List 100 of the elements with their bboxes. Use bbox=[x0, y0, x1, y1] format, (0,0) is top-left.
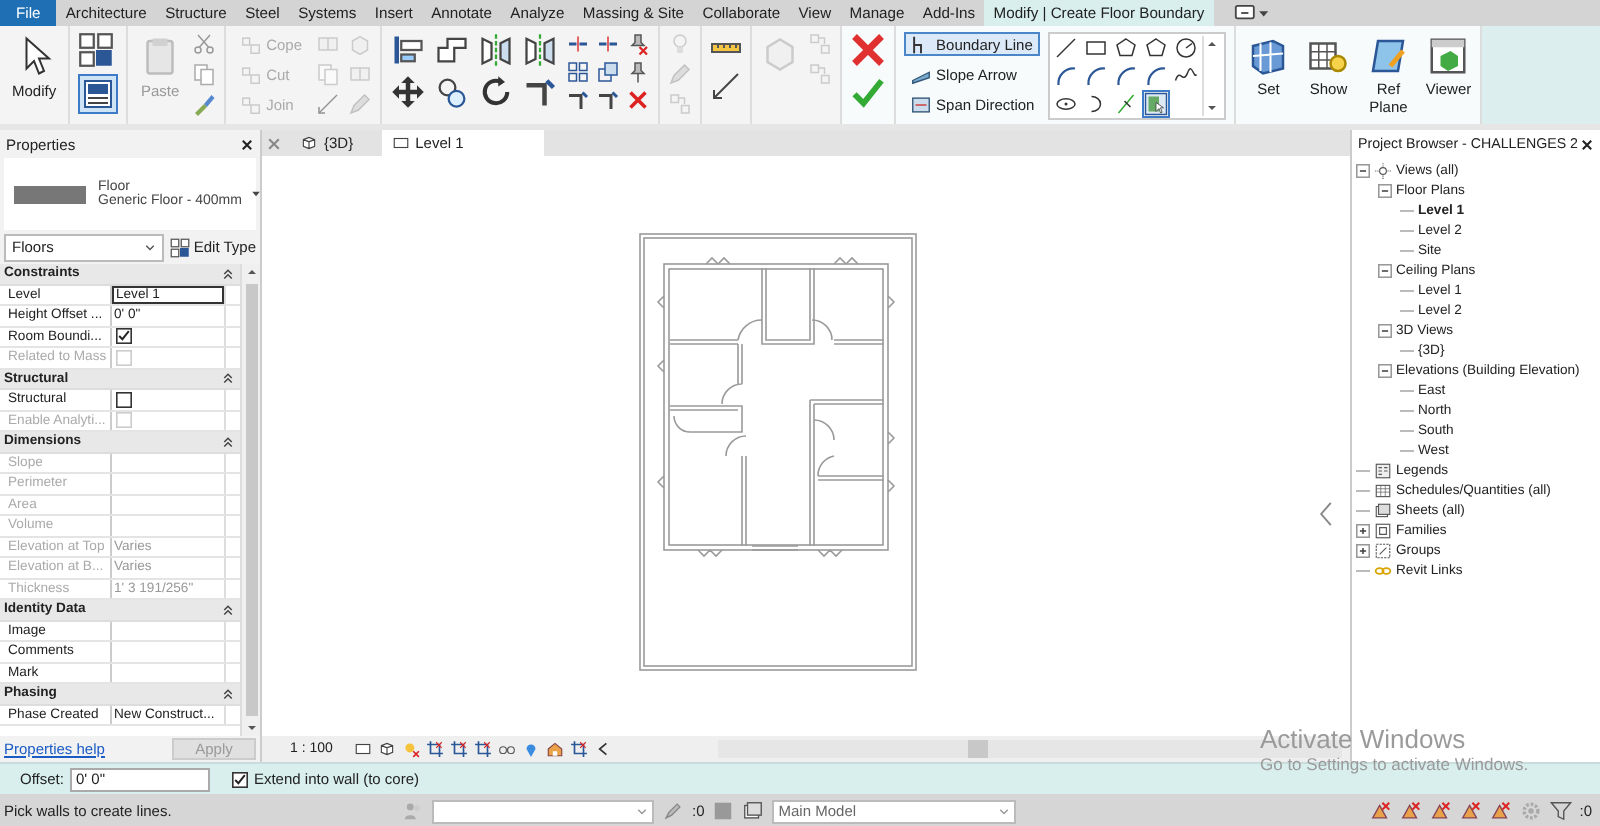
crop-icon[interactable] bbox=[570, 740, 589, 758]
select-links-icon[interactable] bbox=[1369, 800, 1392, 822]
collapse-icon[interactable] bbox=[1378, 183, 1392, 197]
panel-toggle-icon[interactable] bbox=[1233, 4, 1270, 22]
chevron-down-icon bbox=[636, 805, 648, 817]
arc-icon[interactable] bbox=[1114, 64, 1139, 88]
arc-icon[interactable] bbox=[1144, 64, 1169, 88]
polygon-icon[interactable] bbox=[1114, 36, 1139, 60]
type-properties-icon bbox=[169, 237, 190, 257]
plane-pencil-icon bbox=[1368, 36, 1409, 76]
mirror-icon[interactable] bbox=[522, 32, 559, 68]
scroll-down-icon[interactable] bbox=[1204, 100, 1221, 116]
checkbox[interactable] bbox=[116, 328, 132, 345]
select-links-icon[interactable] bbox=[1429, 800, 1452, 822]
collapse-icon bbox=[222, 687, 234, 700]
arc-icon[interactable] bbox=[1084, 64, 1109, 88]
sheet-stack-icon[interactable] bbox=[742, 800, 765, 822]
link-icon bbox=[1374, 561, 1392, 579]
move-icon[interactable] bbox=[390, 74, 427, 110]
chevron-down-icon bbox=[143, 241, 156, 253]
squares-icon bbox=[240, 93, 263, 115]
caret-icon bbox=[249, 188, 262, 200]
sun-icon[interactable] bbox=[402, 740, 421, 758]
crop-icon[interactable] bbox=[426, 740, 445, 758]
check-icon[interactable] bbox=[850, 74, 887, 110]
type-properties-icon[interactable] bbox=[78, 32, 115, 68]
trim-icon[interactable] bbox=[566, 88, 591, 112]
views-icon bbox=[1374, 161, 1392, 179]
properties-icon bbox=[82, 78, 115, 110]
group-icon bbox=[1374, 541, 1392, 559]
checkbox[interactable] bbox=[116, 391, 132, 408]
split-icon[interactable] bbox=[566, 32, 591, 56]
sheet-stack-icon bbox=[1374, 501, 1392, 519]
collapse-icon[interactable] bbox=[1356, 163, 1370, 177]
array-icon[interactable] bbox=[566, 60, 591, 84]
pick-walls-icon[interactable] bbox=[1144, 92, 1169, 116]
glasses-icon[interactable] bbox=[498, 740, 517, 758]
collapse-icon[interactable] bbox=[1378, 323, 1392, 337]
scroll-thumb[interactable] bbox=[968, 740, 989, 758]
vertical-scrollbar[interactable] bbox=[240, 264, 260, 736]
properties-toggle[interactable] bbox=[78, 74, 119, 114]
scissors-icon[interactable] bbox=[192, 32, 217, 56]
select-links-icon[interactable] bbox=[1399, 800, 1422, 822]
sheet-icon[interactable] bbox=[354, 740, 373, 758]
collapse-icon[interactable] bbox=[1378, 263, 1392, 277]
line-icon[interactable] bbox=[1054, 36, 1079, 60]
crop-icon[interactable] bbox=[450, 740, 469, 758]
expand-icon[interactable] bbox=[1356, 523, 1370, 537]
house-icon[interactable] bbox=[546, 740, 565, 758]
scroll-up-icon[interactable] bbox=[243, 264, 259, 280]
select-links-icon[interactable] bbox=[1489, 800, 1512, 822]
trim-icon[interactable] bbox=[596, 88, 621, 112]
grid-lightbulb-icon bbox=[1308, 36, 1349, 76]
split-icon[interactable] bbox=[596, 32, 621, 56]
location-pin-icon[interactable] bbox=[522, 740, 541, 758]
unpin-icon[interactable] bbox=[626, 32, 651, 56]
pin-icon[interactable] bbox=[626, 60, 651, 84]
close-icon[interactable] bbox=[1580, 137, 1594, 151]
rotate-icon[interactable] bbox=[478, 74, 515, 110]
cube-icon[interactable] bbox=[378, 740, 397, 758]
expand-icon[interactable] bbox=[1356, 543, 1370, 557]
paintbrush-icon[interactable] bbox=[192, 92, 217, 116]
checkbox[interactable] bbox=[231, 771, 248, 787]
ellipse-icon[interactable] bbox=[1054, 92, 1079, 116]
family-icon bbox=[1374, 521, 1392, 539]
activation-notice-text: Go to Settings to activate Windows. bbox=[1260, 754, 1529, 774]
squares-icon bbox=[240, 33, 263, 55]
collapse-icon bbox=[222, 435, 234, 448]
align-icon[interactable] bbox=[390, 32, 427, 68]
close-icon[interactable] bbox=[240, 137, 254, 151]
scroll-thumb[interactable] bbox=[245, 284, 257, 716]
collapse-icon bbox=[222, 267, 234, 280]
circles-icon[interactable] bbox=[434, 74, 471, 110]
grid-plane-icon bbox=[1248, 36, 1289, 76]
chevron-down-icon bbox=[998, 805, 1011, 817]
crop-icon[interactable] bbox=[474, 740, 493, 758]
cancel-icon[interactable] bbox=[850, 32, 887, 68]
arc-icon[interactable] bbox=[1054, 64, 1079, 88]
dimension-icon[interactable] bbox=[710, 70, 743, 102]
sheet-icon bbox=[391, 134, 410, 152]
select-links-icon[interactable] bbox=[1459, 800, 1482, 822]
pick-line-icon[interactable] bbox=[1114, 92, 1139, 116]
scroll-up-icon[interactable] bbox=[1204, 36, 1221, 52]
collapse-icon[interactable] bbox=[1378, 363, 1392, 377]
span-direction-icon bbox=[910, 93, 933, 115]
offset-icon[interactable] bbox=[434, 32, 471, 68]
delete-icon[interactable] bbox=[626, 88, 651, 112]
filter-icon[interactable] bbox=[1549, 800, 1572, 822]
polygon-icon[interactable] bbox=[1144, 36, 1169, 60]
mirror-icon[interactable] bbox=[478, 32, 515, 68]
table-icon bbox=[1374, 481, 1392, 499]
collapse-icon bbox=[222, 372, 234, 385]
collapse-icon bbox=[222, 603, 234, 616]
cube-icon bbox=[300, 134, 318, 152]
trim-icon[interactable] bbox=[522, 74, 559, 110]
squares-icon bbox=[240, 63, 263, 85]
scale-icon[interactable] bbox=[596, 60, 621, 84]
rectangle-icon[interactable] bbox=[1084, 36, 1109, 60]
circle-icon[interactable] bbox=[1174, 36, 1199, 60]
activation-notice-title: Activate Windows bbox=[1260, 724, 1468, 754]
